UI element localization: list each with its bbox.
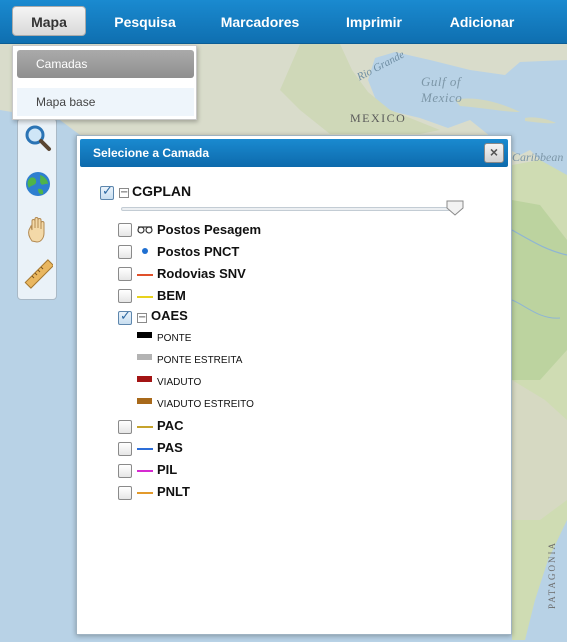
legend-swatch-ponte-estreita	[137, 354, 152, 360]
layer-label-postos-pesagem: Postos Pesagem	[157, 222, 262, 237]
checkbox-bem[interactable]	[118, 289, 132, 303]
line-symbol	[137, 426, 153, 428]
menu-item-mapa-base[interactable]: Mapa base	[17, 88, 194, 116]
legend-label-ponte-estreita: PONTE ESTREITA	[157, 355, 243, 366]
layer-label-pnlt: PNLT	[157, 484, 190, 499]
ruler-icon[interactable]	[23, 259, 55, 289]
legend-label-ponte: PONTE	[157, 333, 192, 344]
layer-label-pil: PIL	[157, 462, 178, 477]
checkbox-cgplan[interactable]	[100, 184, 114, 200]
checkbox-pac[interactable]	[118, 420, 132, 434]
layer-label-oaes: OAES	[151, 308, 188, 323]
legend-swatch-viaduto	[137, 376, 152, 382]
map-label-sea: Caribbean	[512, 150, 564, 164]
close-button[interactable]: ×	[484, 143, 504, 163]
map-label-region: PATAGONIA	[546, 541, 557, 609]
nav-pesquisa[interactable]: Pesquisa	[104, 0, 186, 44]
map-label-country: MEXICO	[350, 111, 407, 125]
checkbox-rodovias-snv[interactable]	[118, 267, 132, 281]
search-icon[interactable]	[23, 123, 53, 153]
line-symbol	[137, 274, 153, 276]
layer-label-pac: PAC	[157, 418, 184, 433]
legend-swatch-ponte	[137, 332, 152, 338]
legend-swatch-viaduto-estreito	[137, 398, 152, 404]
globe-icon[interactable]	[23, 169, 53, 199]
dialog-header[interactable]: Selecione a Camada ×	[80, 139, 508, 167]
checkbox-pnlt[interactable]	[118, 486, 132, 500]
scale-icon	[137, 223, 153, 241]
legend-label-viaduto: VIADUTO	[157, 377, 202, 388]
collapse-oaes-toggle[interactable]: −	[137, 313, 147, 323]
point-symbol	[142, 248, 148, 254]
map-label-gulf: Gulf of Mexico	[421, 74, 463, 105]
layer-selection-dialog: Selecione a Camada × − CGPLAN Postos Pes…	[76, 135, 512, 635]
line-symbol	[137, 296, 153, 298]
checkbox-postos-pnct[interactable]	[118, 245, 132, 259]
nav-marcadores[interactable]: Marcadores	[212, 0, 308, 44]
mapa-dropdown-menu: Camadas Mapa base	[12, 45, 197, 120]
opacity-slider-handle[interactable]	[446, 200, 464, 216]
checkbox-pas[interactable]	[118, 442, 132, 456]
layer-label-rodovias-snv: Rodovias SNV	[157, 266, 246, 281]
opacity-slider-track[interactable]	[121, 207, 461, 211]
hand-icon[interactable]	[23, 215, 53, 245]
nav-imprimir[interactable]: Imprimir	[336, 0, 412, 44]
layer-label-cgplan: CGPLAN	[132, 183, 192, 199]
layer-label-pas: PAS	[157, 440, 183, 455]
layer-label-postos-pnct: Postos PNCT	[157, 244, 240, 259]
line-symbol	[137, 492, 153, 494]
nav-adicionar[interactable]: Adicionar	[440, 0, 524, 44]
nav-mapa[interactable]: Mapa	[12, 6, 86, 36]
collapse-cgplan-toggle[interactable]: −	[119, 188, 129, 198]
legend-label-viaduto-estreito: VIADUTO ESTREITO	[157, 399, 254, 410]
menu-item-camadas[interactable]: Camadas	[17, 50, 194, 78]
map-tools-panel	[17, 118, 57, 300]
dialog-title: Selecione a Camada	[93, 146, 210, 160]
layer-label-bem: BEM	[157, 288, 186, 303]
checkbox-pil[interactable]	[118, 464, 132, 478]
top-nav-bar: Mapa Pesquisa Marcadores Imprimir Adicio…	[0, 0, 567, 44]
line-symbol	[137, 448, 153, 450]
checkbox-postos-pesagem[interactable]	[118, 223, 132, 237]
checkbox-oaes[interactable]	[118, 309, 132, 325]
line-symbol	[137, 470, 153, 472]
